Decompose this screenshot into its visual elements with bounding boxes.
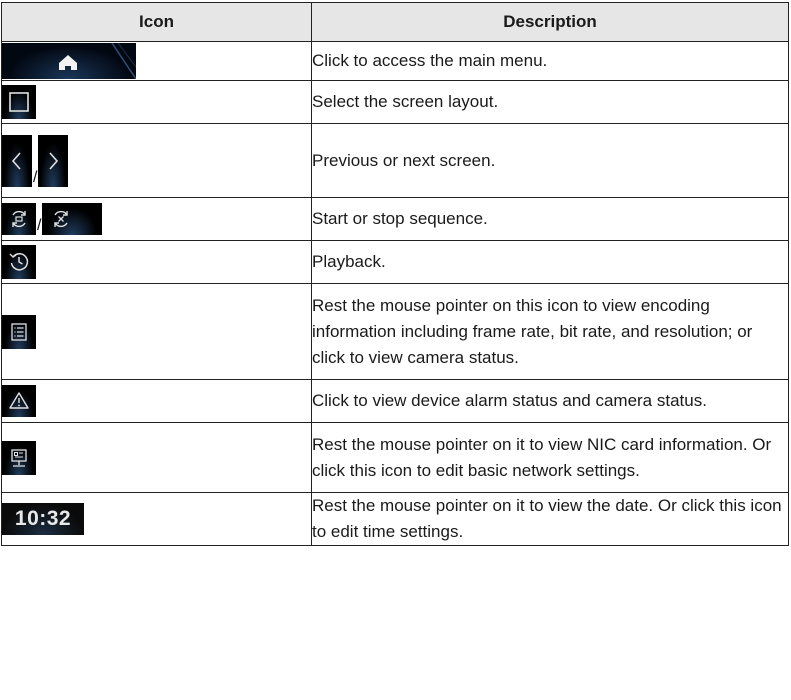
description-cell: Start or stop sequence.	[311, 197, 789, 241]
table-row: / Start or stop sequence.	[1, 197, 789, 241]
table-row: Select the screen layout.	[1, 80, 789, 124]
next-screen-icon[interactable]	[38, 134, 69, 187]
icon-cell	[1, 422, 312, 493]
icon-cell: /	[1, 123, 312, 198]
start-sequence-icon[interactable]	[2, 203, 36, 235]
icon-cell	[1, 240, 312, 284]
table-row: Playback.	[1, 240, 789, 284]
icon-cell	[1, 379, 312, 423]
alarm-warning-icon[interactable]	[2, 385, 36, 417]
home-icon[interactable]	[2, 43, 136, 79]
screen-layout-icon[interactable]	[2, 85, 36, 119]
network-icon[interactable]	[2, 440, 36, 475]
description-cell: Playback.	[311, 240, 789, 284]
icon-cell	[1, 80, 312, 124]
description-cell: Rest the mouse pointer on it to view the…	[311, 492, 789, 546]
icon-description-table: Icon Description Click to access the mai…	[1, 2, 789, 546]
table-row: Rest the mouse pointer on it to view NIC…	[1, 422, 789, 493]
icon-separator: /	[37, 217, 42, 234]
description-cell: Rest the mouse pointer on it to view NIC…	[311, 422, 789, 493]
table-header-row: Icon Description	[1, 2, 789, 42]
column-header-description: Description	[311, 2, 789, 42]
clock-icon[interactable]: 10:32	[2, 503, 84, 535]
icon-cell: 10:32	[1, 492, 312, 546]
icon-cell	[1, 41, 312, 81]
encoding-info-icon[interactable]	[2, 314, 36, 349]
table-row: / Previous or next screen.	[1, 123, 789, 198]
description-cell: Click to view device alarm status and ca…	[311, 379, 789, 423]
column-header-icon: Icon	[1, 2, 312, 42]
table-row: 10:32 Rest the mouse pointer on it to vi…	[1, 492, 789, 546]
icon-cell: /	[1, 197, 312, 241]
playback-icon[interactable]	[2, 245, 36, 279]
table-row: Click to access the main menu.	[1, 41, 789, 81]
clock-time-text: 10:32	[14, 507, 72, 530]
description-cell: Previous or next screen.	[311, 123, 789, 198]
table-row: Rest the mouse pointer on this icon to v…	[1, 283, 789, 380]
previous-screen-icon[interactable]	[2, 134, 32, 187]
table-row: Click to view device alarm status and ca…	[1, 379, 789, 423]
description-cell: Select the screen layout.	[311, 80, 789, 124]
icon-separator: /	[33, 168, 38, 186]
description-cell: Rest the mouse pointer on this icon to v…	[311, 283, 789, 380]
stop-sequence-icon[interactable]	[42, 203, 103, 235]
icon-cell	[1, 283, 312, 380]
description-cell: Click to access the main menu.	[311, 41, 789, 81]
